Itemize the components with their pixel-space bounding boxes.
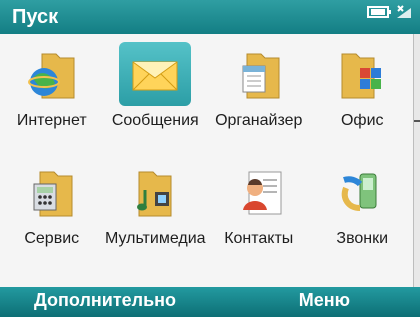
app-organizer[interactable]: Органайзер — [207, 34, 311, 152]
title-bar: Пуск — [0, 0, 420, 34]
messages-envelope-icon — [119, 42, 192, 106]
app-label: Контакты — [224, 230, 294, 247]
app-label: Мультимедиа — [104, 230, 206, 247]
softkey-right[interactable]: Меню — [299, 290, 350, 311]
app-internet[interactable]: Интернет — [0, 34, 104, 152]
office-folder-icon — [326, 42, 398, 106]
app-service[interactable]: Сервис — [0, 152, 104, 270]
organizer-calendar-icon — [223, 42, 295, 106]
app-label: Офис — [340, 112, 384, 129]
service-calculator-icon — [16, 160, 88, 224]
softkey-left[interactable]: Дополнительно — [34, 290, 176, 311]
signal-icon — [397, 5, 411, 18]
app-calls[interactable]: Звонки — [311, 152, 415, 270]
app-label: Сообщения — [111, 112, 199, 129]
vertical-scrollbar[interactable] — [413, 34, 420, 287]
contacts-card-icon — [223, 160, 295, 224]
app-label: Интернет — [16, 112, 87, 129]
app-office[interactable]: Офис — [311, 34, 415, 152]
app-grid: Интернет Сообщения Органайзер Офис Серви… — [0, 34, 414, 287]
app-messages[interactable]: Сообщения — [104, 34, 208, 152]
internet-explorer-icon — [16, 42, 88, 106]
scroll-thumb[interactable] — [414, 120, 420, 122]
start-screen: Интернет Сообщения Органайзер Офис Серви… — [0, 34, 420, 287]
calls-phone-icon — [326, 160, 398, 224]
multimedia-folder-icon — [119, 160, 191, 224]
app-label: Сервис — [24, 230, 80, 247]
app-label: Органайзер — [215, 112, 303, 129]
soft-key-bar: Дополнительно Меню — [0, 287, 420, 317]
battery-icon — [367, 6, 391, 18]
app-contacts[interactable]: Контакты — [207, 152, 311, 270]
app-multimedia[interactable]: Мультимедиа — [104, 152, 208, 270]
status-icons — [366, 2, 414, 22]
app-label: Звонки — [336, 230, 389, 247]
page-title: Пуск — [12, 6, 59, 28]
